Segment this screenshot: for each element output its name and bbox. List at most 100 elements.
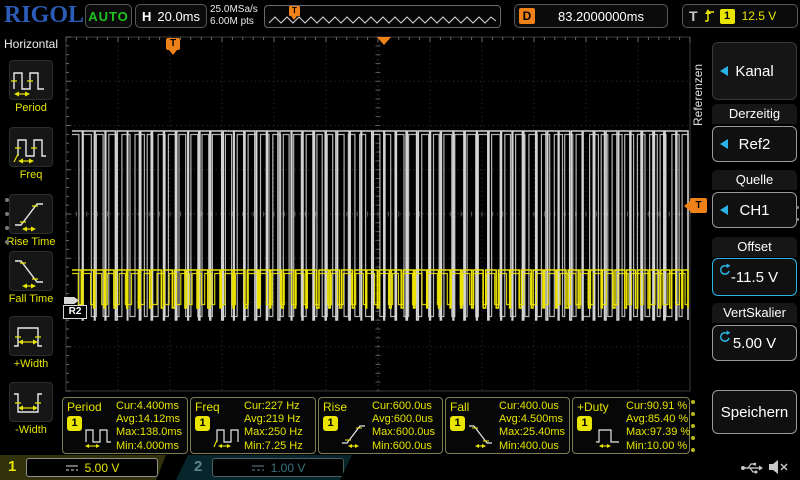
derzeitig-value: Ref2 bbox=[739, 136, 771, 153]
channel-badge: 1 bbox=[323, 416, 338, 431]
measurement-values: Cur:4.400ms Avg:14.12ms Max:138.0ms Min:… bbox=[116, 400, 182, 453]
menu-item-period[interactable]: Period bbox=[0, 60, 62, 114]
menu-select-triangle-icon bbox=[720, 205, 728, 215]
derzeitig-header: Derzeitig bbox=[712, 104, 797, 124]
channel2-number: 2 bbox=[194, 458, 202, 475]
channel-badge: 1 bbox=[577, 416, 592, 431]
max-value: 97.39 % bbox=[650, 426, 690, 438]
menu-item-fall-time[interactable]: Fall Time bbox=[0, 251, 62, 305]
channel-badge: 1 bbox=[67, 416, 82, 431]
offset-header: Offset bbox=[712, 237, 797, 257]
menu-item-minus-width[interactable]: -Width bbox=[0, 382, 62, 436]
channel1-number: 1 bbox=[8, 458, 16, 475]
avg-value: 4.500ms bbox=[521, 413, 563, 425]
rise-time-icon bbox=[11, 196, 51, 232]
speichern-label: Speichern bbox=[721, 404, 789, 421]
menu-item-rise-time[interactable]: Rise Time bbox=[0, 194, 62, 248]
ref2-level-marker[interactable]: R2 bbox=[63, 305, 87, 319]
offset-value-button[interactable]: -11.5 V bbox=[712, 258, 797, 296]
quelle-value: CH1 bbox=[739, 202, 769, 219]
measurement-name: Rise bbox=[323, 400, 347, 414]
freq-icon bbox=[212, 422, 242, 448]
fall-icon bbox=[467, 422, 497, 448]
sample-rate: 25.0MSa/s bbox=[210, 4, 258, 16]
trigger-position-triangle-icon[interactable] bbox=[377, 37, 391, 45]
measurement-name: Period bbox=[67, 400, 102, 414]
dc-coupling-icon bbox=[65, 463, 79, 473]
oscilloscope-screen: RIGOL AUTO H 20.0ms 25.0MSa/s 6.00M pts … bbox=[0, 0, 800, 480]
memory-depth: 6.00M pts bbox=[210, 16, 258, 28]
offset-value: -11.5 V bbox=[731, 269, 778, 286]
dc-coupling-icon bbox=[251, 463, 265, 473]
plus-width-icon bbox=[11, 318, 51, 354]
derzeitig-value-button[interactable]: Ref2 bbox=[712, 126, 797, 162]
trigger-position-flag[interactable]: T bbox=[166, 38, 180, 50]
min-value: 7.25 Hz bbox=[265, 440, 303, 452]
menu-scroll-dot bbox=[796, 206, 799, 209]
measurement-name: Fall bbox=[450, 400, 469, 414]
delay-value: 83.2000000ms bbox=[535, 9, 667, 24]
measurement-values: Cur:227 Hz Avg:219 Hz Max:250 Hz Min:7.2… bbox=[244, 400, 303, 453]
run-state-label: AUTO bbox=[88, 9, 129, 24]
menu-item-label: Freq bbox=[0, 169, 62, 181]
avg-value: 14.12ms bbox=[138, 413, 180, 425]
cur-value: 90.91 % bbox=[647, 400, 687, 412]
fall-time-icon bbox=[11, 253, 51, 289]
min-value: 600.0us bbox=[393, 440, 432, 452]
kanal-label: Kanal bbox=[735, 63, 773, 80]
channel-badge: 1 bbox=[450, 416, 465, 431]
channel2-indicator[interactable]: 2 1.00 V bbox=[176, 455, 352, 480]
menu-scroll-dot bbox=[5, 212, 9, 216]
menu-item-label: -Width bbox=[0, 424, 62, 436]
measurement-values: Cur:400.0us Avg:4.500ms Max:25.40ms Min:… bbox=[499, 400, 565, 453]
rise-icon bbox=[340, 422, 370, 448]
min-value: 400.0us bbox=[520, 440, 559, 452]
trigger-source-badge: 1 bbox=[720, 9, 735, 24]
memory-trigger-flag[interactable]: T bbox=[289, 6, 300, 16]
channel1-indicator[interactable]: 1 5.00 V bbox=[0, 455, 172, 480]
menu-item-label: Fall Time bbox=[0, 293, 62, 305]
menu-item-plus-width[interactable]: +Width bbox=[0, 316, 62, 370]
cur-value: 4.400ms bbox=[137, 400, 179, 412]
trigger-level-marker[interactable]: T bbox=[690, 198, 707, 213]
minus-width-icon bbox=[11, 384, 51, 420]
avg-value: 85.40 % bbox=[648, 413, 688, 425]
quelle-header: Quelle bbox=[712, 170, 797, 190]
cur-value: 600.0us bbox=[393, 400, 432, 412]
menu-scroll-dot bbox=[5, 198, 9, 202]
channel-badge: 1 bbox=[195, 416, 210, 431]
vertskalier-value: 5.00 V bbox=[733, 335, 776, 352]
memory-position-bar[interactable]: T bbox=[264, 5, 501, 28]
menu-item-freq[interactable]: Freq bbox=[0, 127, 62, 181]
delay-label: D bbox=[519, 8, 535, 24]
horizontal-scale-box[interactable]: H 20.0ms bbox=[135, 4, 207, 28]
usb-icon bbox=[740, 461, 764, 475]
max-value: 600.0us bbox=[396, 426, 435, 438]
trigger-delay-box[interactable]: D 83.2000000ms bbox=[514, 4, 668, 28]
trigger-status-box[interactable]: T 1 12.5 V bbox=[682, 4, 798, 28]
speichern-button[interactable]: Speichern bbox=[712, 390, 797, 434]
measurement-panel-fall: Fall 1 Cur:400.0us Avg:4.500ms Max:25.40… bbox=[445, 397, 570, 454]
vertskalier-value-button[interactable]: 5.00 V bbox=[712, 325, 797, 361]
cur-value: 227 Hz bbox=[265, 400, 300, 412]
quelle-value-button[interactable]: CH1 bbox=[712, 192, 797, 228]
menu-scroll-dot bbox=[796, 218, 799, 221]
menu-tab-referenzen[interactable]: Referenzen bbox=[691, 40, 705, 126]
menu-scroll-dot bbox=[5, 226, 9, 230]
trigger-label: T bbox=[689, 8, 698, 24]
kanal-button[interactable]: Kanal bbox=[712, 42, 797, 100]
horizontal-label: H bbox=[142, 9, 151, 24]
measure-scroll-dot bbox=[691, 424, 695, 428]
measurement-panel-rise: Rise 1 Cur:600.0us Avg:600.0us Max:600.0… bbox=[318, 397, 443, 454]
cur-value: 400.0us bbox=[520, 400, 559, 412]
rigol-logo: RIGOL bbox=[4, 2, 84, 29]
measure-scroll-dot bbox=[691, 400, 695, 404]
measurement-name: Freq bbox=[195, 400, 220, 414]
avg-value: 600.0us bbox=[394, 413, 433, 425]
referenzen-menu: Referenzen Kanal Derzeitig Ref2 Quelle C… bbox=[700, 32, 800, 455]
period-icon bbox=[84, 422, 114, 448]
menu-item-label: Period bbox=[0, 102, 62, 114]
measurement-panel-freq: Freq 1 Cur:227 Hz Avg:219 Hz Max:250 Hz … bbox=[190, 397, 316, 454]
period-icon bbox=[11, 62, 51, 98]
menu-select-triangle-icon bbox=[720, 139, 728, 149]
